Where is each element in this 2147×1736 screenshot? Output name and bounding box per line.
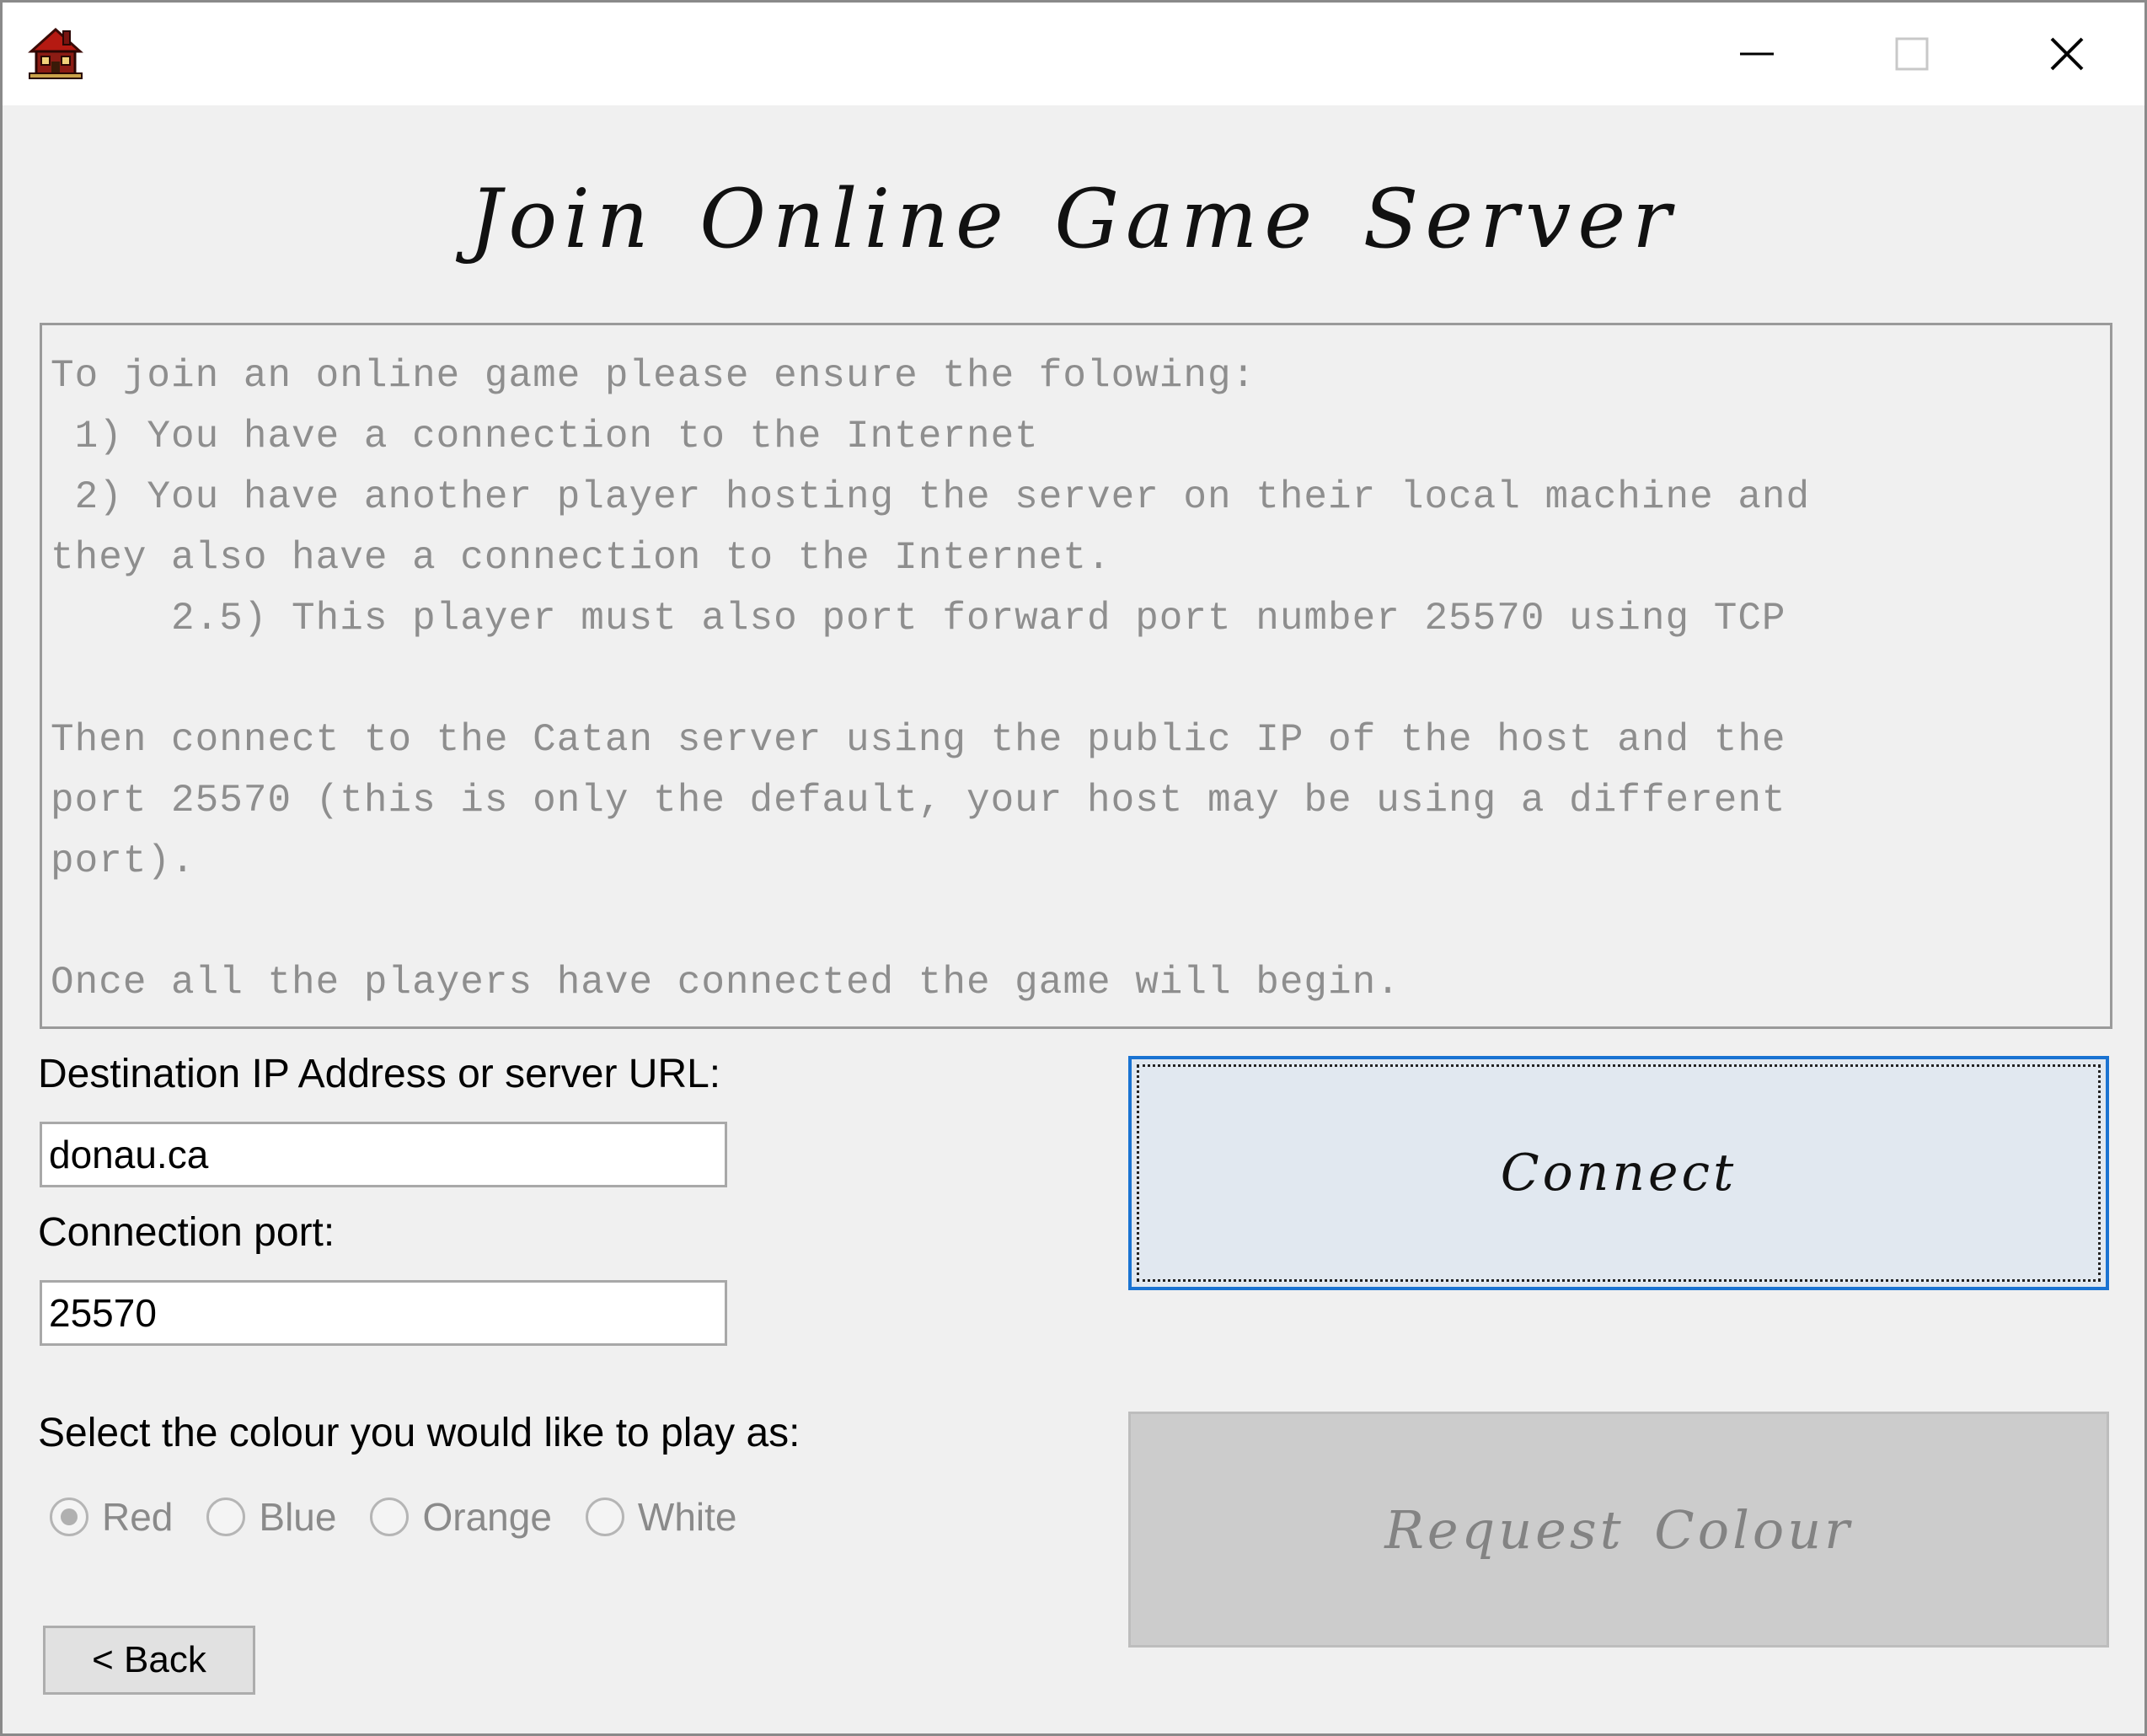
colour-radio-label: Red	[102, 1495, 174, 1539]
close-icon	[2050, 37, 2084, 71]
close-button[interactable]	[1989, 3, 2144, 105]
instructions-text: To join an online game please ensure the…	[51, 354, 1811, 1005]
colour-radio-group: Red Blue Orange White	[50, 1494, 771, 1540]
join-online-game-window: Join Online Game Server To join an onlin…	[0, 0, 2147, 1736]
instructions-text-area[interactable]: To join an online game please ensure the…	[40, 323, 2112, 1029]
title-bar[interactable]	[3, 3, 2144, 105]
connection-port-input[interactable]	[40, 1280, 727, 1346]
ip-address-input[interactable]	[40, 1122, 727, 1187]
connection-port-label: Connection port:	[38, 1210, 335, 1255]
maximize-button[interactable]	[1834, 3, 1989, 105]
radio-button[interactable]	[206, 1498, 246, 1536]
radio-button[interactable]	[370, 1498, 410, 1536]
radio-button-selected[interactable]	[50, 1498, 88, 1536]
colour-radio-label: Blue	[259, 1495, 337, 1539]
minimize-icon	[1740, 52, 1774, 56]
colour-select-label: Select the colour you would like to play…	[38, 1411, 800, 1455]
connect-button[interactable]: Connect	[1128, 1056, 2109, 1290]
back-button[interactable]: < Back	[43, 1626, 255, 1695]
maximize-icon	[1895, 37, 1929, 71]
colour-radio-red[interactable]: Red	[50, 1494, 173, 1540]
catan-house-icon	[28, 26, 83, 82]
colour-radio-label: Orange	[422, 1495, 552, 1539]
connect-button-label: Connect	[1500, 1144, 1737, 1203]
ip-address-label: Destination IP Address or server URL:	[38, 1052, 721, 1096]
radio-button[interactable]	[585, 1498, 624, 1536]
page-title: Join Online Game Server	[468, 172, 1679, 266]
minimize-button[interactable]	[1679, 3, 1834, 105]
colour-radio-white[interactable]: White	[585, 1494, 737, 1540]
colour-radio-label: White	[637, 1495, 737, 1539]
request-colour-button[interactable]: Request Colour	[1128, 1412, 2109, 1648]
colour-radio-blue[interactable]: Blue	[206, 1494, 336, 1540]
request-colour-button-label: Request Colour	[1384, 1498, 1853, 1561]
radio-selected-dot	[61, 1508, 78, 1525]
colour-radio-orange[interactable]: Orange	[370, 1494, 552, 1540]
